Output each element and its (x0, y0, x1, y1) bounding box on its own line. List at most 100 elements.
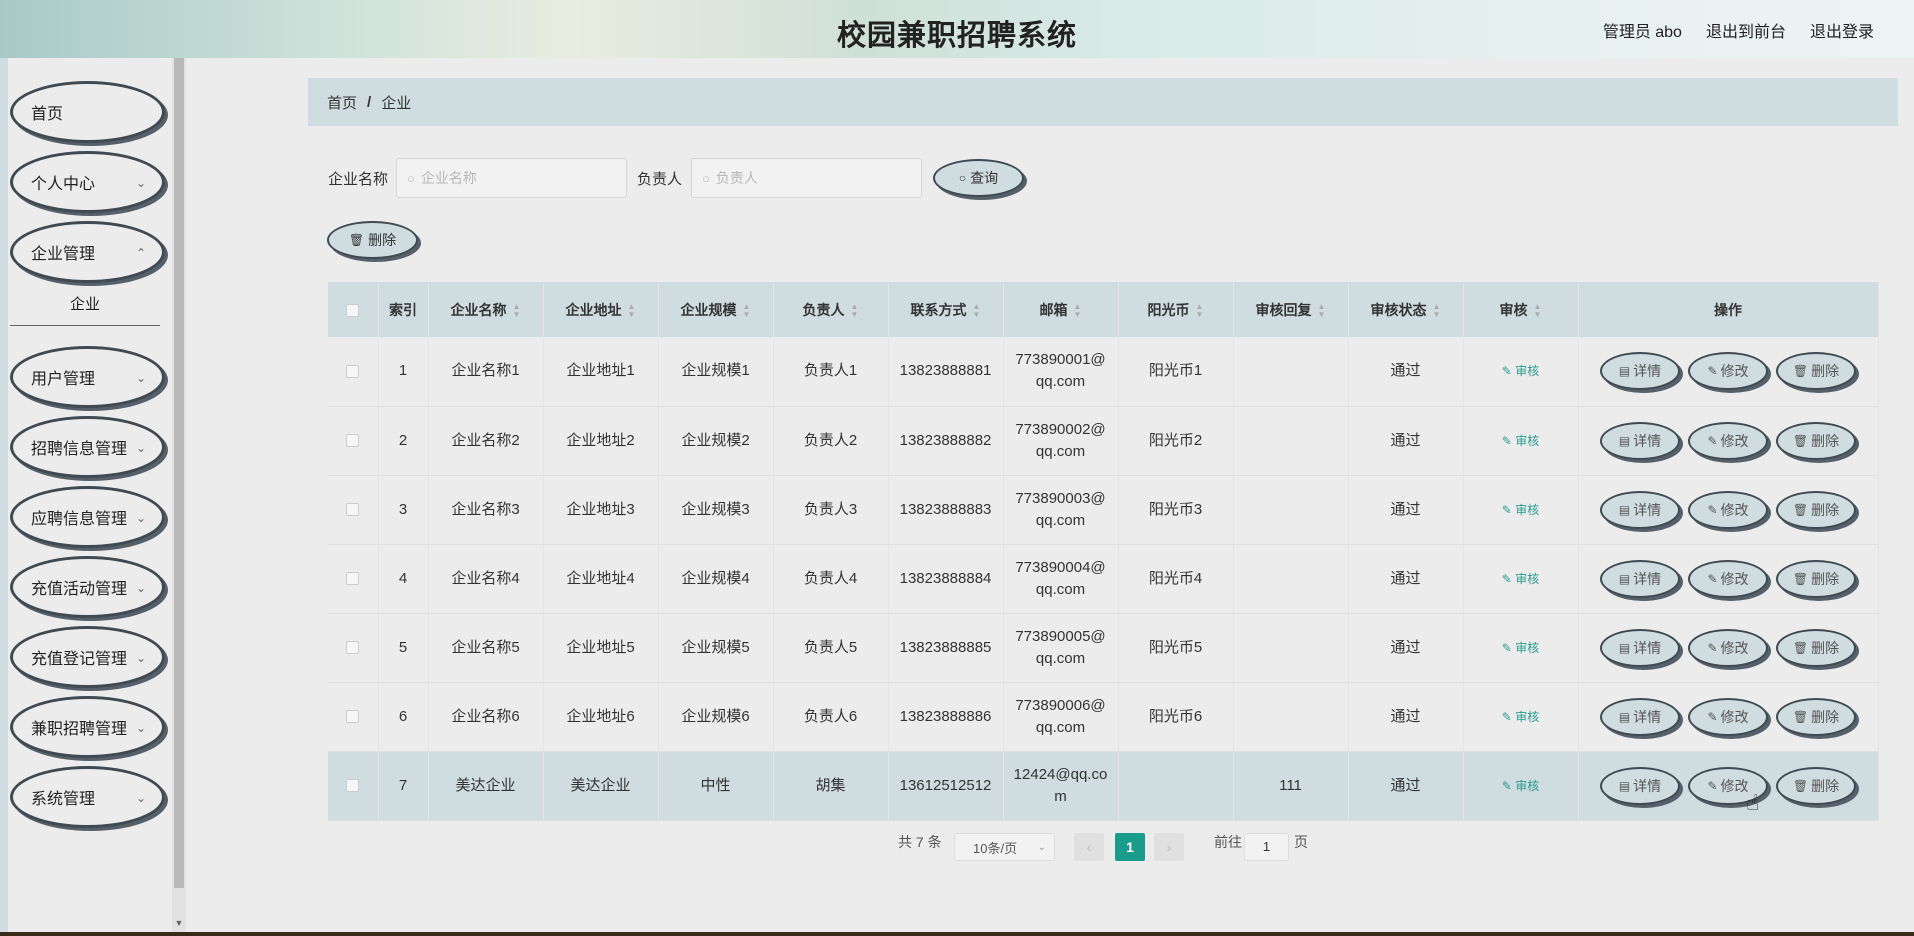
sidebar-item-user-management[interactable]: 用户管理 ⌄ (10, 346, 165, 408)
audit-link[interactable]: ✎ 审核 (1502, 710, 1539, 724)
sidebar-item-company-management[interactable]: 企业管理 ⌃ (10, 221, 165, 283)
row-checkbox[interactable] (346, 572, 360, 586)
sidebar-item-personal-center[interactable]: 个人中心 ⌄ (10, 151, 165, 213)
next-page-button[interactable]: › (1154, 833, 1184, 861)
detail-button[interactable]: ▤ 详情 (1600, 628, 1680, 667)
audit-link[interactable]: ✎ 审核 (1502, 779, 1539, 793)
sort-icon[interactable]: ▲ ▼ (1074, 302, 1082, 319)
row-checkbox-cell[interactable] (328, 406, 379, 476)
sort-icon[interactable]: ▲ ▼ (973, 302, 981, 319)
select-all-checkbox[interactable] (346, 304, 360, 318)
column-header-audit-reply[interactable]: 审核回复 ▲ ▼ (1233, 282, 1349, 337)
column-header-audit-status[interactable]: 审核状态 ▲ ▼ (1348, 282, 1464, 337)
sidebar-item-recharge-record[interactable]: 充值登记管理 ⌄ (10, 626, 165, 688)
column-header-sunshine-coin[interactable]: 阳光币 ▲ ▼ (1118, 282, 1234, 337)
row-checkbox[interactable] (346, 779, 360, 793)
person-in-charge-input[interactable]: ○ 负责人 (691, 158, 922, 198)
column-header-audit[interactable]: 审核 ▲ ▼ (1463, 282, 1579, 337)
audit-link[interactable]: ✎ 审核 (1502, 641, 1539, 655)
detail-button[interactable]: ▤ 详情 (1600, 421, 1680, 460)
edit-button-label: 修改 (1720, 570, 1749, 587)
sidebar-scroll-thumb[interactable] (174, 58, 184, 888)
page-size-select[interactable]: 10条/页 ⌄ (954, 833, 1055, 861)
query-button[interactable]: ○ 查询 (933, 159, 1024, 197)
delete-button[interactable]: 🗑 删除 (1776, 490, 1856, 529)
breadcrumb-current: 企业 (381, 94, 412, 112)
column-header-company-name[interactable]: 企业名称 ▲ ▼ (428, 282, 544, 337)
audit-link[interactable]: ✎ 审核 (1502, 572, 1539, 586)
edit-button[interactable]: ✎ 修改 (1688, 421, 1768, 460)
row-checkbox-cell[interactable] (328, 475, 379, 545)
row-checkbox[interactable] (346, 710, 360, 724)
edit-button[interactable]: ✎ 修改 (1688, 352, 1768, 391)
sidebar-item-recruitment-info[interactable]: 招聘信息管理 ⌄ (10, 416, 165, 478)
page-number-current[interactable]: 1 (1115, 833, 1145, 861)
cell-audit-reply (1233, 337, 1349, 407)
batch-delete-button[interactable]: 🗑 删除 (327, 221, 418, 259)
sort-icon[interactable]: ▲ ▼ (743, 302, 751, 319)
sort-icon[interactable]: ▲ ▼ (628, 302, 636, 319)
row-checkbox[interactable] (346, 641, 360, 655)
sort-icon[interactable]: ▲ ▼ (1196, 302, 1204, 319)
row-checkbox[interactable] (346, 434, 360, 448)
column-header-person-in-charge[interactable]: 负责人 ▲ ▼ (773, 282, 889, 337)
audit-link[interactable]: ✎ 审核 (1502, 434, 1539, 448)
sidebar-item-parttime-recruitment[interactable]: 兼职招聘管理 ⌄ (10, 696, 165, 758)
detail-button[interactable]: ▤ 详情 (1600, 697, 1680, 736)
row-checkbox-cell[interactable] (328, 751, 379, 821)
column-header-company-address[interactable]: 企业地址 ▲ ▼ (543, 282, 659, 337)
sort-icon[interactable]: ▲ ▼ (1534, 302, 1542, 319)
back-to-front-link[interactable]: 退出到前台 (1706, 18, 1786, 42)
row-checkbox[interactable] (346, 364, 360, 378)
cell-email: 773890001@ qq.com (1003, 337, 1119, 407)
row-checkbox-cell[interactable] (328, 544, 379, 614)
detail-button[interactable]: ▤ 详情 (1600, 490, 1680, 529)
edit-button[interactable]: ✎ 修改 (1688, 697, 1768, 736)
sidebar-item-home[interactable]: 首页 (10, 81, 165, 143)
company-name-input[interactable]: ○ 企业名称 (396, 158, 627, 198)
sort-icon[interactable]: ▲ ▼ (851, 302, 859, 319)
goto-page-input[interactable]: 1 (1244, 833, 1289, 861)
logout-link[interactable]: 退出登录 (1810, 18, 1874, 42)
delete-button[interactable]: 🗑 删除 (1776, 559, 1856, 598)
column-header-email[interactable]: 邮箱 ▲ ▼ (1003, 282, 1119, 337)
table-header-row: 索引 企业名称 ▲ ▼ 企业地址 ▲ ▼ 企业规模 ▲ ▼ 负责人 ▲ ▼ 联系方式 ▲ ▼ 邮箱 ▲… (328, 282, 1879, 337)
row-checkbox[interactable] (346, 503, 360, 517)
audit-link[interactable]: ✎ 审核 (1502, 503, 1539, 517)
edit-button[interactable]: ✎ 修改 (1688, 490, 1768, 529)
trash-icon: 🗑 (1792, 433, 1809, 448)
column-header-company-scale[interactable]: 企业规模 ▲ ▼ (658, 282, 774, 337)
chevron-down-icon: ⌄ (135, 176, 146, 190)
sidebar-item-recharge-activity[interactable]: 充值活动管理 ⌄ (10, 556, 165, 618)
cell-index: 1 (378, 337, 429, 407)
row-checkbox-cell[interactable] (328, 682, 379, 752)
edit-button[interactable]: ✎ 修改 (1688, 559, 1768, 598)
sort-icon[interactable]: ▲ ▼ (1433, 302, 1441, 319)
delete-button[interactable]: 🗑 删除 (1776, 766, 1856, 805)
scroll-down-arrow-icon[interactable]: ▼ (174, 918, 184, 928)
row-checkbox-cell[interactable] (328, 613, 379, 683)
sidebar-item-system-management[interactable]: 系统管理 ⌄ (10, 766, 165, 828)
sort-icon[interactable]: ▲ ▼ (513, 302, 521, 319)
detail-button[interactable]: ▤ 详情 (1600, 352, 1680, 391)
detail-button-label: 详情 (1633, 501, 1662, 518)
column-header-index: 索引 (378, 282, 429, 337)
detail-button[interactable]: ▤ 详情 (1600, 559, 1680, 598)
delete-button[interactable]: 🗑 删除 (1776, 697, 1856, 736)
sidebar-subitem-company[interactable]: 企业 (10, 284, 160, 326)
delete-button[interactable]: 🗑 删除 (1776, 352, 1856, 391)
edit-button[interactable]: ✎ 修改 (1688, 628, 1768, 667)
sort-icon[interactable]: ▲ ▼ (1318, 302, 1326, 319)
audit-link[interactable]: ✎ 审核 (1502, 364, 1539, 378)
prev-page-button[interactable]: ‹ (1074, 833, 1104, 861)
cell-person-in-charge: 负责人1 (773, 337, 889, 407)
select-all-checkbox-cell[interactable] (328, 282, 379, 337)
detail-button[interactable]: ▤ 详情 (1600, 766, 1680, 805)
breadcrumb-home[interactable]: 首页 (327, 92, 357, 113)
delete-button[interactable]: 🗑 删除 (1776, 421, 1856, 460)
sidebar-item-application-info[interactable]: 应聘信息管理 ⌄ (10, 486, 165, 548)
delete-button[interactable]: 🗑 删除 (1776, 628, 1856, 667)
audit-link-label: 审核 (1515, 433, 1540, 448)
row-checkbox-cell[interactable] (328, 337, 379, 407)
column-header-contact[interactable]: 联系方式 ▲ ▼ (888, 282, 1004, 337)
